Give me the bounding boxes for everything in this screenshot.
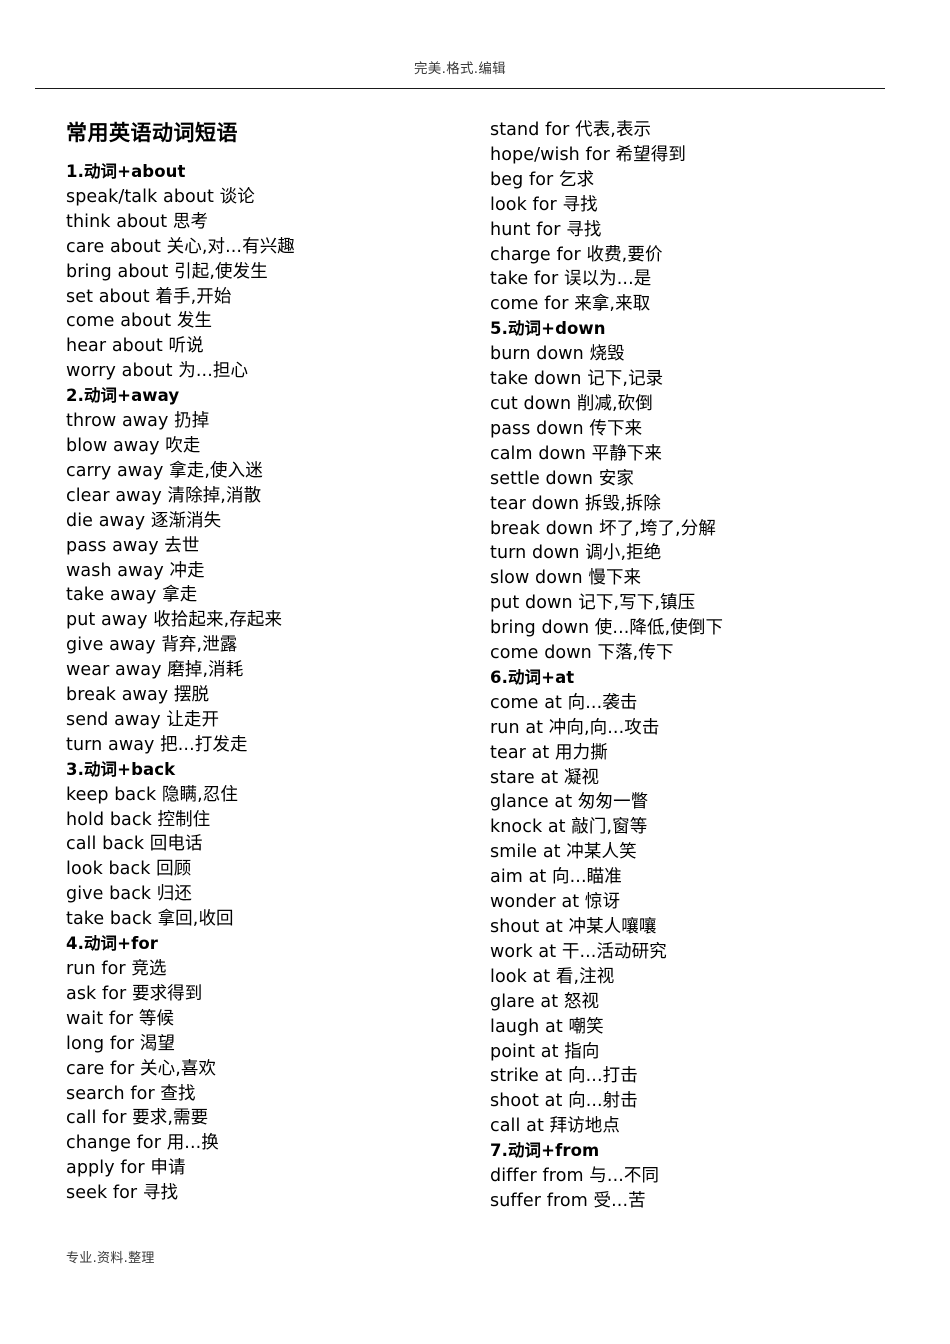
phrase-item: look at 看,注视: [490, 966, 615, 987]
phrase-item: pass down 传下来: [490, 418, 643, 439]
phrase-item: tear down 拆毁,拆除: [490, 493, 661, 514]
phrase-item: call back 回电话: [66, 834, 203, 855]
phrase-item: come about 发生: [66, 311, 213, 332]
phrase-item: give away 背弃,泄露: [66, 635, 238, 656]
header-watermark-text: 完美.格式.编辑: [414, 61, 506, 77]
phrase-item: carry away 拿走,使入迷: [66, 460, 263, 481]
phrase-item: wait for 等候: [66, 1008, 175, 1029]
phrase-item: throw away 扔掉: [66, 411, 210, 432]
phrase-item: cut down 削减,砍倒: [490, 393, 653, 414]
page-footer: 专业.资料.整理: [66, 1247, 466, 1268]
section-heading: 1.动词+about: [66, 162, 186, 181]
phrase-item: shoot at 向...射击: [490, 1091, 638, 1112]
phrase-item: glare at 怒视: [490, 991, 600, 1012]
phrase-item: pass away 去世: [66, 535, 200, 556]
phrase-item: knock at 敲门,窗等: [490, 817, 648, 838]
phrase-item: clear away 清除掉,消散: [66, 485, 262, 506]
phrase-item: apply for 申请: [66, 1158, 186, 1179]
phrase-item: settle down 安家: [490, 468, 634, 489]
phrase-item: work at 干...活动研究: [490, 941, 667, 962]
section-heading: 3.动词+back: [66, 759, 176, 779]
header-divider-rule: [35, 88, 885, 89]
phrase-item: bring down 使...降低,使倒下: [490, 618, 724, 639]
phrase-item: bring about 引起,使发生: [66, 261, 268, 282]
phrase-item: calm down 平静下来: [490, 443, 662, 464]
phrase-item: point at 指向: [490, 1041, 600, 1062]
phrase-item: turn away 把...打发走: [66, 734, 248, 755]
page-title: 常用英语动词短语: [66, 121, 238, 145]
phrase-item: send away 让走开: [66, 709, 220, 730]
right-column: stand for 代表,表示 hope/wish for 希望得到 beg for…: [490, 118, 890, 1214]
phrase-item: beg for 乞求: [490, 169, 595, 190]
phrase-item: care for 关心,喜欢: [66, 1058, 217, 1079]
phrase-item: shout at 冲某人嚷嚷: [490, 917, 657, 937]
phrase-item: think about 思考: [66, 211, 209, 232]
phrase-item: ask for 要求得到: [66, 983, 203, 1004]
phrase-item: change for 用...换: [66, 1133, 219, 1154]
right-column-phrase-list: stand for 代表,表示 hope/wish for 希望得到 beg for…: [490, 118, 890, 1214]
phrase-item: take away 拿走: [66, 585, 198, 606]
phrase-item: turn down 调小,拒绝: [490, 543, 662, 564]
left-column-phrase-list: 1.动词+about speak/talk about 谈论 think about…: [66, 160, 466, 1206]
phrase-item: take down 记下,记录: [490, 369, 664, 390]
section-heading: 4.动词+for: [66, 934, 159, 954]
phrase-item: die away 逐渐消失: [66, 510, 222, 531]
phrase-item: charge for 收费,要价: [490, 244, 663, 265]
phrase-item: burn down 烧毁: [490, 344, 625, 365]
phrase-item: hunt for 寻找: [490, 219, 602, 240]
section-heading: 7.动词+from: [490, 1141, 600, 1161]
phrase-item: hope/wish for 希望得到: [490, 144, 686, 165]
phrase-item: come down 下落,传下: [490, 643, 674, 664]
phrase-item: put down 记下,写下,镇压: [490, 593, 696, 614]
phrase-item: come for 来拿,来取: [490, 294, 651, 315]
phrase-item: blow away 吹走: [66, 435, 201, 456]
phrase-item: differ from 与...不同: [490, 1166, 660, 1187]
page-header: 完美.格式.编辑: [35, 60, 885, 90]
phrase-item: strike at 向...打击: [490, 1066, 638, 1087]
phrase-item: speak/talk about 谈论: [66, 186, 255, 207]
phrase-item: stare at 凝视: [490, 767, 600, 788]
phrase-item: wear away 磨掉,消耗: [66, 660, 244, 681]
phrase-item: laugh at 嘲笑: [490, 1016, 604, 1037]
footer-watermark-text: 专业.资料.整理: [66, 1251, 155, 1266]
phrase-item: give back 归还: [66, 884, 193, 905]
phrase-item: put away 收拾起来,存起来: [66, 610, 283, 631]
section-heading: 5.动词+down: [490, 319, 606, 339]
phrase-item: break down 坏了,垮了,分解: [490, 518, 716, 539]
phrase-item: take for 误以为...是: [490, 269, 652, 290]
phrase-item: smile at 冲某人笑: [490, 842, 637, 863]
phrase-item: run at 冲向,向...攻击: [490, 717, 660, 738]
phrase-item: tear at 用力撕: [490, 742, 608, 763]
phrase-item: call at 拜访地点: [490, 1116, 620, 1137]
phrase-item: hold back 控制住: [66, 809, 211, 830]
phrase-item: glance at 匆匆一瞥: [490, 792, 649, 813]
phrase-item: call for 要求,需要: [66, 1108, 209, 1129]
phrase-item: search for 查找: [66, 1083, 196, 1104]
phrase-item: stand for 代表,表示: [490, 120, 652, 140]
phrase-item: look back 回顾: [66, 859, 192, 880]
phrase-item: run for 竞选: [66, 959, 167, 979]
phrase-item: come at 向...袭击: [490, 692, 638, 713]
phrase-item: wonder at 惊讶: [490, 892, 621, 913]
phrase-item: take back 拿回,收回: [66, 909, 234, 930]
document-page: 完美.格式.编辑 常用英语动词短语 1.动词+about speak/talk a…: [0, 0, 950, 1344]
phrase-item: look for 寻找: [490, 194, 598, 215]
phrase-item: wash away 冲走: [66, 560, 205, 581]
phrase-item: worry about 为...担心: [66, 361, 249, 382]
section-heading: 6.动词+at: [490, 667, 575, 687]
phrase-item: keep back 隐瞒,忍住: [66, 784, 238, 805]
left-column: 常用英语动词短语 1.动词+about speak/talk about 谈论 th…: [66, 118, 466, 1206]
phrase-item: aim at 向...瞄准: [490, 867, 622, 888]
phrase-item: long for 渴望: [66, 1033, 176, 1054]
phrase-item: seek for 寻找: [66, 1183, 179, 1204]
phrase-item: set about 着手,开始: [66, 286, 232, 307]
phrase-item: hear about 听说: [66, 336, 204, 357]
phrase-item: break away 摆脱: [66, 685, 210, 706]
phrase-item: suffer from 受...苦: [490, 1190, 646, 1211]
phrase-item: care about 关心,对...有兴趣: [66, 236, 295, 257]
phrase-item: slow down 慢下来: [490, 568, 642, 589]
section-heading: 2.动词+away: [66, 386, 180, 406]
